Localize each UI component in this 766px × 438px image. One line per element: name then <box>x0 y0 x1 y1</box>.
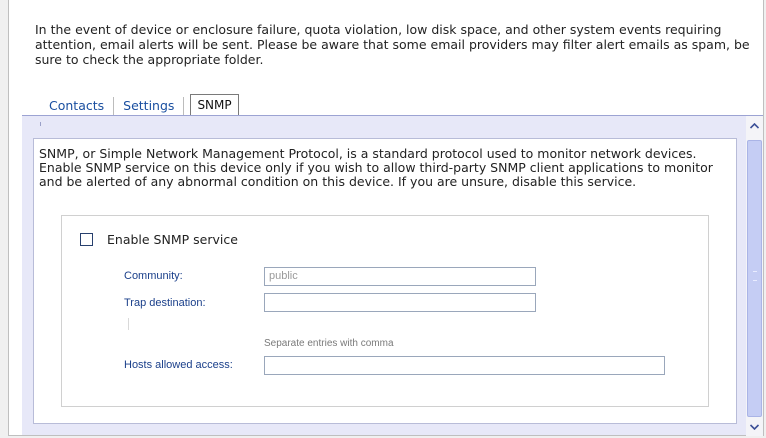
hosts-allowed-label: Hosts allowed access: <box>124 359 233 371</box>
tab-separator <box>183 97 185 115</box>
vertical-scrollbar[interactable] <box>746 116 763 436</box>
enable-snmp-row: Enable SNMP service <box>80 232 238 247</box>
scrollbar-thumb[interactable] <box>747 140 762 417</box>
chevron-up-icon[interactable] <box>746 118 763 134</box>
hosts-allowed-input[interactable] <box>264 356 665 375</box>
enable-snmp-checkbox[interactable] <box>80 233 93 246</box>
enable-snmp-label: Enable SNMP service <box>107 232 238 247</box>
tab-contacts[interactable]: Contacts <box>40 97 113 115</box>
community-label: Community: <box>124 270 183 282</box>
snmp-description: SNMP, or Simple Network Management Proto… <box>39 146 713 189</box>
trap-destination-input[interactable] <box>264 293 536 312</box>
grip-icon <box>753 271 757 281</box>
chevron-down-icon[interactable] <box>746 419 763 435</box>
snmp-panel: SNMP, or Simple Network Management Proto… <box>22 115 763 436</box>
trap-destination-label: Trap destination: <box>124 297 206 309</box>
field-divider <box>128 318 129 330</box>
snmp-settings-box: Enable SNMP service Community: public Tr… <box>61 215 709 407</box>
snmp-content: SNMP, or Simple Network Management Proto… <box>33 138 737 424</box>
community-input[interactable]: public <box>264 267 536 286</box>
email-alerts-intro: In the event of device or enclosure fail… <box>35 22 750 67</box>
tab-snmp[interactable]: SNMP <box>190 94 239 115</box>
tab-bar: Contacts Settings SNMP <box>40 93 239 115</box>
tab-settings[interactable]: Settings <box>114 97 183 115</box>
panel-marker <box>40 122 41 126</box>
separate-entries-hint: Separate entries with comma <box>264 338 394 349</box>
